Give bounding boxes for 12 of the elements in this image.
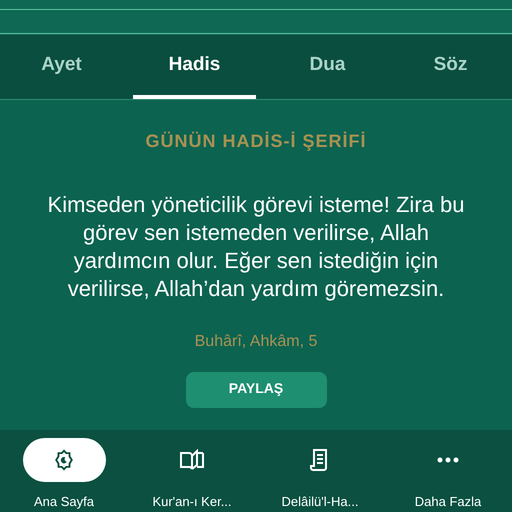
nav-item[interactable]: Delâilü'l-Ha...: [256, 430, 384, 512]
tab[interactable]: Dua: [266, 35, 389, 99]
source-text: Buhârî, Ahkâm, 5: [194, 332, 318, 352]
nav-item[interactable]: Kur'an-ı Ker...: [128, 430, 256, 512]
hadith-text: Kimseden yöneticilik görevi isteme! Zira bu görev sen istemeden verilirse, Allah yardımcın olur. Eğer sen istediğin için verilirse, Allah’dan yardım göremezsin.: [46, 191, 466, 303]
tab[interactable]: Ayet: [0, 35, 123, 99]
share-button[interactable]: PAYLAŞ: [186, 372, 326, 408]
tab[interactable]: Söz: [389, 35, 512, 99]
section-title: GÜNÜN HADİS-İ ŞERİFİ: [145, 130, 366, 153]
tab[interactable]: Hadis: [133, 35, 256, 99]
nav-item[interactable]: Ana Sayfa: [0, 430, 128, 512]
nav-item[interactable]: Daha Fazla: [384, 430, 512, 512]
